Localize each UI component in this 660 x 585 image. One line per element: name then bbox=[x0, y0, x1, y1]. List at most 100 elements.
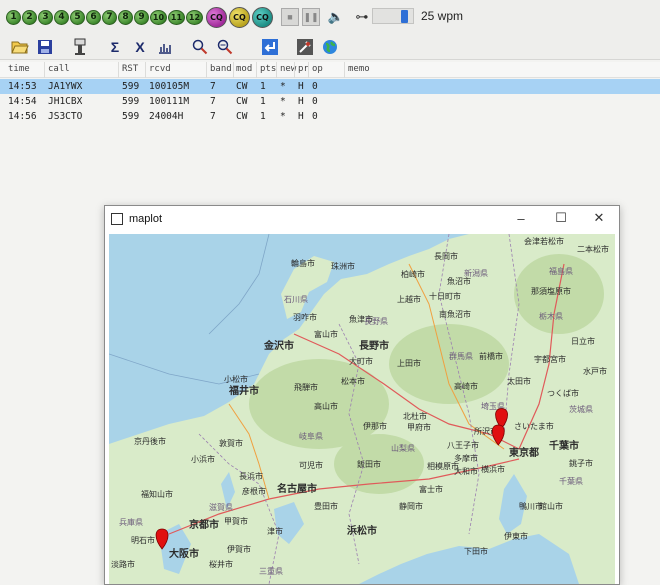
cw-key-icon[interactable]: ⊶ bbox=[352, 7, 372, 27]
cell-mode: CW bbox=[236, 111, 248, 122]
macro-button-7[interactable]: 7 bbox=[102, 9, 117, 25]
cell-pr: H bbox=[298, 96, 304, 107]
column-header-call[interactable]: call bbox=[48, 64, 70, 74]
macro-button-1[interactable]: 1 bbox=[6, 9, 21, 25]
column-divider[interactable] bbox=[233, 62, 234, 78]
stop-button[interactable]: ■ bbox=[281, 8, 299, 26]
cell-new: * bbox=[280, 111, 286, 122]
column-header-time[interactable]: time bbox=[8, 64, 30, 74]
cell-op: 0 bbox=[312, 111, 318, 122]
marker-layer bbox=[155, 408, 508, 550]
macro-button-5[interactable]: 5 bbox=[70, 9, 85, 25]
window-title: maplot bbox=[129, 212, 163, 225]
macro-button-4[interactable]: 4 bbox=[54, 9, 69, 25]
pause-button[interactable]: ❚❚ bbox=[302, 8, 320, 26]
column-divider[interactable] bbox=[344, 62, 345, 78]
column-divider[interactable] bbox=[276, 62, 277, 78]
column-divider[interactable] bbox=[145, 62, 146, 78]
tools-icon[interactable] bbox=[295, 37, 315, 57]
sigma-icon[interactable]: Σ bbox=[105, 37, 125, 57]
column-header-band[interactable]: band bbox=[210, 64, 232, 74]
cell-new: * bbox=[280, 81, 286, 92]
map-view[interactable]: 輪島市 珠洲市 石川県 羽咋市 金沢市 富山市 魚津市 小松市 福井市 飛騨市 … bbox=[109, 234, 615, 584]
cell-time: 14:53 bbox=[8, 81, 37, 92]
macro-button-8[interactable]: 8 bbox=[118, 9, 133, 25]
column-header-memo[interactable]: memo bbox=[348, 64, 370, 74]
column-divider[interactable] bbox=[206, 62, 207, 78]
cell-new: * bbox=[280, 96, 286, 107]
minimize-button[interactable]: – bbox=[513, 210, 529, 226]
cell-time: 14:56 bbox=[8, 111, 37, 122]
cell-call: JH1CBX bbox=[48, 96, 83, 107]
folder-open-icon[interactable] bbox=[10, 37, 30, 57]
cell-pr: H bbox=[298, 111, 304, 122]
wpm-slider[interactable] bbox=[372, 8, 414, 24]
main-toolbar: Σ X bbox=[0, 34, 660, 60]
qso-marker[interactable] bbox=[155, 528, 169, 550]
speaker-icon[interactable]: 🔈 bbox=[326, 7, 346, 27]
cross-icon[interactable]: X bbox=[130, 37, 150, 57]
macro-button-12[interactable]: 12 bbox=[186, 9, 203, 25]
chart-icon[interactable] bbox=[155, 37, 175, 57]
cell-rcvd: 100105M bbox=[149, 81, 190, 92]
macro-button-2[interactable]: 2 bbox=[22, 9, 37, 25]
cell-call: JS3CTO bbox=[48, 111, 83, 122]
cell-mode: CW bbox=[236, 81, 248, 92]
cell-rst: 599 bbox=[122, 96, 140, 107]
globe-icon[interactable] bbox=[320, 37, 340, 57]
lamp-icon[interactable] bbox=[70, 37, 90, 57]
cell-time: 14:54 bbox=[8, 96, 37, 107]
log-header: time call RST rcvd band mod pts new pr o… bbox=[0, 62, 660, 78]
cell-band: 7 bbox=[210, 111, 216, 122]
cell-op: 0 bbox=[312, 96, 318, 107]
cell-band: 7 bbox=[210, 96, 216, 107]
app-icon bbox=[111, 212, 123, 225]
cq-button-3[interactable]: CQ bbox=[252, 6, 273, 28]
column-header-rst[interactable]: RST bbox=[122, 64, 138, 74]
window-titlebar[interactable]: maplot – ☐ ✕ bbox=[105, 206, 619, 231]
cell-pts: 1 bbox=[260, 96, 266, 107]
log-row[interactable]: 14:54 JH1CBX 599 100111M 7 CW 1 * H 0 bbox=[0, 94, 660, 109]
column-divider[interactable] bbox=[256, 62, 257, 78]
wpm-slider-thumb[interactable] bbox=[401, 10, 408, 23]
cq-button-2[interactable]: CQ bbox=[229, 6, 250, 28]
column-divider[interactable] bbox=[44, 62, 45, 78]
cell-rcvd: 100111M bbox=[149, 96, 190, 107]
maplot-window: maplot – ☐ ✕ 輪島市 珠洲市 石川県 羽咋市 金沢市 富山市 魚津市… bbox=[104, 205, 620, 585]
cell-rst: 599 bbox=[122, 111, 140, 122]
column-header-op[interactable]: op bbox=[312, 64, 323, 74]
column-header-pts[interactable]: pts bbox=[260, 64, 276, 74]
cell-mode: CW bbox=[236, 96, 248, 107]
column-divider[interactable] bbox=[308, 62, 309, 78]
column-divider[interactable] bbox=[294, 62, 295, 78]
zoom-in-icon[interactable] bbox=[190, 37, 210, 57]
cq-button-1[interactable]: CQ bbox=[206, 6, 227, 28]
maximize-button[interactable]: ☐ bbox=[553, 210, 569, 226]
cell-rcvd: 24004H bbox=[149, 111, 184, 122]
qso-marker-pin bbox=[155, 528, 169, 550]
macro-button-10[interactable]: 10 bbox=[150, 9, 167, 25]
log-row[interactable]: 14:56 JS3CTO 599 24004H 7 CW 1 * H 0 bbox=[0, 109, 660, 124]
macro-button-9[interactable]: 9 bbox=[134, 9, 149, 25]
macro-button-11[interactable]: 11 bbox=[168, 9, 185, 25]
macro-button-6[interactable]: 6 bbox=[86, 9, 101, 25]
cell-pr: H bbox=[298, 81, 304, 92]
save-icon[interactable] bbox=[35, 37, 55, 57]
qso-marker[interactable] bbox=[491, 424, 505, 446]
zoom-out-icon[interactable] bbox=[215, 37, 235, 57]
close-button[interactable]: ✕ bbox=[591, 210, 607, 226]
cell-pts: 1 bbox=[260, 81, 266, 92]
macro-button-3[interactable]: 3 bbox=[38, 9, 53, 25]
column-header-rcvd[interactable]: rcvd bbox=[149, 64, 171, 74]
return-arrow-icon[interactable] bbox=[260, 37, 280, 57]
qso-marker-pin bbox=[491, 424, 505, 446]
log-row[interactable]: 14:53 JA1YWX 599 100105M 7 CW 1 * H 0 bbox=[0, 79, 660, 94]
cell-rst: 599 bbox=[122, 81, 140, 92]
column-header-mode[interactable]: mod bbox=[236, 64, 252, 74]
cell-call: JA1YWX bbox=[48, 81, 83, 92]
cell-pts: 1 bbox=[260, 111, 266, 122]
cell-op: 0 bbox=[312, 81, 318, 92]
macro-toolbar: 1 2 3 4 5 6 7 8 9 10 11 12 CQ CQ CQ ■ ❚❚… bbox=[0, 0, 660, 34]
wpm-label: 25 wpm bbox=[421, 9, 464, 23]
column-divider[interactable] bbox=[118, 62, 119, 78]
